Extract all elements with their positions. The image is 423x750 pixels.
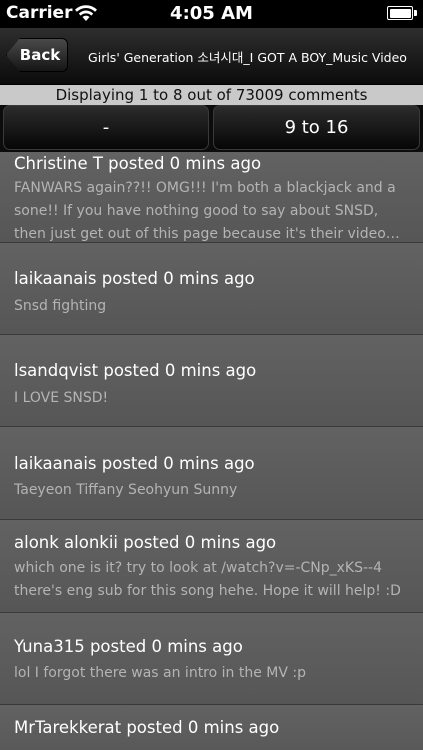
comment-author: alonk alonkii posted 0 mins ago bbox=[14, 533, 277, 552]
back-button[interactable]: Back bbox=[6, 38, 68, 72]
next-page-button[interactable]: 9 to 16 bbox=[213, 105, 420, 150]
comment-author: laikaanais posted 0 mins ago bbox=[14, 454, 255, 473]
comment-row[interactable]: MrTarekkerat posted 0 mins ago bbox=[0, 705, 423, 750]
clock: 4:05 AM bbox=[170, 3, 253, 24]
comment-body bbox=[14, 742, 413, 750]
comment-author: Christine T posted 0 mins ago bbox=[14, 154, 262, 173]
comment-author: lsandqvist posted 0 mins ago bbox=[14, 361, 257, 380]
comment-count-info: Displaying 1 to 8 out of 73009 comments bbox=[0, 85, 423, 105]
comment-body: which one is it? try to look at /watch?v… bbox=[14, 560, 401, 599]
status-bar: Carrier 4:05 AM bbox=[0, 0, 423, 28]
comment-author: MrTarekkerat posted 0 mins ago bbox=[14, 718, 280, 737]
navigation-bar: Back Girls' Generation 소녀시대_I GOT A BOY_… bbox=[0, 28, 423, 85]
comment-body: I LOVE SNSD! bbox=[14, 390, 109, 406]
comment-row[interactable]: lsandqvist posted 0 mins ago I LOVE SNSD… bbox=[0, 335, 423, 427]
comment-author: Yuna315 posted 0 mins ago bbox=[14, 637, 243, 656]
previous-page-button[interactable]: - bbox=[3, 105, 209, 150]
paging-bar: - 9 to 16 bbox=[0, 105, 423, 152]
comment-body: Snsd fighting bbox=[14, 298, 107, 314]
page-title: Girls' Generation 소녀시대_I GOT A BOY_Music… bbox=[88, 49, 407, 65]
comments-list[interactable]: Christine T posted 0 mins ago FANWARS ag… bbox=[0, 152, 423, 750]
comment-body: FANWARS again??!! OMG!!! I'm both a blac… bbox=[14, 180, 400, 242]
comment-author: laikaanais posted 0 mins ago bbox=[14, 269, 255, 288]
comment-row[interactable]: alonk alonkii posted 0 mins ago which on… bbox=[0, 520, 423, 613]
comment-row[interactable]: laikaanais posted 0 mins ago Snsd fighti… bbox=[0, 243, 423, 335]
comment-row[interactable]: Christine T posted 0 mins ago FANWARS ag… bbox=[0, 152, 423, 243]
comment-body: Taeyeon Tiffany Seohyun Sunny bbox=[14, 482, 238, 498]
comment-body: lol I forgot there was an intro in the M… bbox=[14, 665, 306, 681]
comment-row[interactable]: laikaanais posted 0 mins ago Taeyeon Tif… bbox=[0, 427, 423, 520]
comment-row[interactable]: Yuna315 posted 0 mins ago lol I forgot t… bbox=[0, 613, 423, 705]
battery-icon bbox=[387, 6, 417, 20]
